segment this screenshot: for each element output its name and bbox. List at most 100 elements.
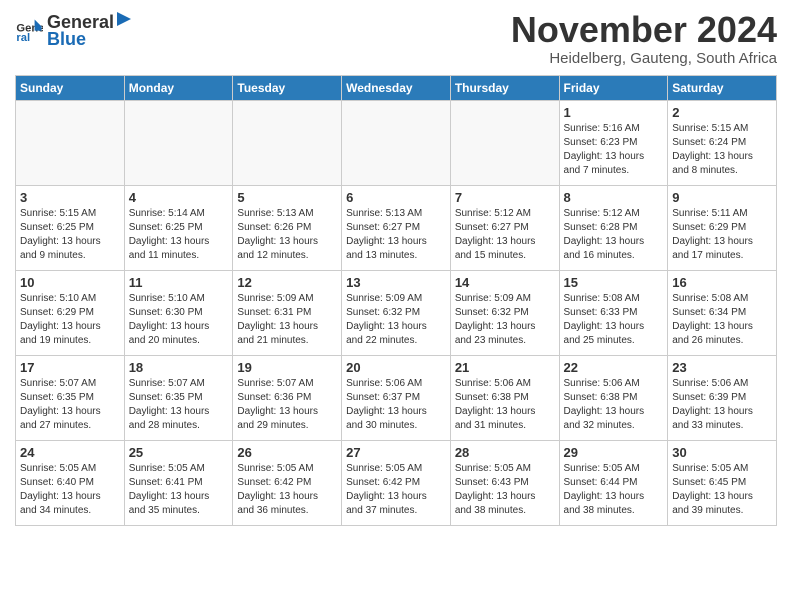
calendar-cell: 21 Sunrise: 5:06 AMSunset: 6:38 PMDayligh… <box>450 355 559 440</box>
day-number: 22 <box>564 360 664 375</box>
day-number: 24 <box>20 445 120 460</box>
calendar-cell: 18Sunrise: 5:07 AMSunset: 6:35 PMDayligh… <box>124 355 233 440</box>
logo-arrow-icon <box>115 10 133 28</box>
calendar-cell: 2 Sunrise: 5:15 AMSunset: 6:24 PMDaylight… <box>668 100 777 185</box>
day-info: Sunrise: 5:15 AMSunset: 6:24 PMDaylight:… <box>672 122 772 178</box>
calendar-cell: 4 Sunrise: 5:14 AMSunset: 6:25 PMDaylight… <box>124 185 233 270</box>
day-info: Sunrise: 5:05 AMSunset: 6:45 PMDaylight:… <box>672 462 772 518</box>
title-block: November 2024 Heidelberg, Gauteng, South… <box>511 10 777 67</box>
day-number: 13 <box>346 275 446 290</box>
day-info: Sunrise: 5:13 AMSunset: 6:26 PMDaylight:… <box>237 207 337 263</box>
day-info: Sunrise: 5:06 AMSunset: 6:37 PMDaylight:… <box>346 377 446 433</box>
calendar-cell: 15Sunrise: 5:08 AMSunset: 6:33 PMDayligh… <box>559 270 668 355</box>
day-info: Sunrise: 5:12 AMSunset: 6:28 PMDaylight:… <box>564 207 664 263</box>
calendar-week-row: 17 Sunrise: 5:07 AMSunset: 6:35 PMDayligh… <box>16 355 777 440</box>
day-info: Sunrise: 5:11 AMSunset: 6:29 PMDaylight:… <box>672 207 772 263</box>
day-info: Sunrise: 5:06 AMSunset: 6:39 PMDaylight:… <box>672 377 772 433</box>
calendar-cell: 29Sunrise: 5:05 AMSunset: 6:44 PMDayligh… <box>559 440 668 525</box>
logo: Gene ral General Blue <box>15 10 133 50</box>
day-number: 26 <box>237 445 337 460</box>
day-info: Sunrise: 5:07 AMSunset: 6:35 PMDaylight:… <box>129 377 229 433</box>
logo-icon: Gene ral <box>15 16 43 44</box>
day-info: Sunrise: 5:15 AMSunset: 6:25 PMDaylight:… <box>20 207 120 263</box>
calendar-week-row: 10Sunrise: 5:10 AMSunset: 6:29 PMDayligh… <box>16 270 777 355</box>
calendar-cell: 3 Sunrise: 5:15 AMSunset: 6:25 PMDaylight… <box>16 185 125 270</box>
calendar-cell: 28 Sunrise: 5:05 AMSunset: 6:43 PMDayligh… <box>450 440 559 525</box>
day-info: Sunrise: 5:09 AMSunset: 6:32 PMDaylight:… <box>346 292 446 348</box>
calendar-cell: 19 Sunrise: 5:07 AMSunset: 6:36 PMDayligh… <box>233 355 342 440</box>
weekday-header-monday: Monday <box>124 75 233 100</box>
calendar-week-row: 24Sunrise: 5:05 AMSunset: 6:40 PMDayligh… <box>16 440 777 525</box>
calendar-cell: 22 Sunrise: 5:06 AMSunset: 6:38 PMDayligh… <box>559 355 668 440</box>
day-number: 20 <box>346 360 446 375</box>
calendar-cell: 24Sunrise: 5:05 AMSunset: 6:40 PMDayligh… <box>16 440 125 525</box>
day-info: Sunrise: 5:08 AMSunset: 6:34 PMDaylight:… <box>672 292 772 348</box>
day-number: 17 <box>20 360 120 375</box>
calendar-cell: 6 Sunrise: 5:13 AMSunset: 6:27 PMDaylight… <box>342 185 451 270</box>
calendar-cell: 1 Sunrise: 5:16 AMSunset: 6:23 PMDaylight… <box>559 100 668 185</box>
calendar-cell: 30Sunrise: 5:05 AMSunset: 6:45 PMDayligh… <box>668 440 777 525</box>
day-number: 23 <box>672 360 772 375</box>
day-number: 15 <box>564 275 664 290</box>
calendar-cell: 10Sunrise: 5:10 AMSunset: 6:29 PMDayligh… <box>16 270 125 355</box>
calendar-header-row: SundayMondayTuesdayWednesdayThursdayFrid… <box>16 75 777 100</box>
calendar-cell <box>124 100 233 185</box>
day-info: Sunrise: 5:05 AMSunset: 6:41 PMDaylight:… <box>129 462 229 518</box>
day-info: Sunrise: 5:05 AMSunset: 6:42 PMDaylight:… <box>237 462 337 518</box>
calendar-week-row: 1 Sunrise: 5:16 AMSunset: 6:23 PMDaylight… <box>16 100 777 185</box>
calendar-cell: 7 Sunrise: 5:12 AMSunset: 6:27 PMDaylight… <box>450 185 559 270</box>
calendar-cell: 23 Sunrise: 5:06 AMSunset: 6:39 PMDayligh… <box>668 355 777 440</box>
day-info: Sunrise: 5:06 AMSunset: 6:38 PMDaylight:… <box>455 377 555 433</box>
weekday-header-saturday: Saturday <box>668 75 777 100</box>
day-number: 19 <box>237 360 337 375</box>
svg-text:ral: ral <box>16 32 30 44</box>
day-info: Sunrise: 5:14 AMSunset: 6:25 PMDaylight:… <box>129 207 229 263</box>
day-number: 6 <box>346 190 446 205</box>
day-number: 8 <box>564 190 664 205</box>
calendar-cell: 25 Sunrise: 5:05 AMSunset: 6:41 PMDayligh… <box>124 440 233 525</box>
day-number: 9 <box>672 190 772 205</box>
calendar-cell <box>16 100 125 185</box>
page-header: Gene ral General Blue November 2024 Heid… <box>15 10 777 67</box>
calendar-cell: 11 Sunrise: 5:10 AMSunset: 6:30 PMDayligh… <box>124 270 233 355</box>
day-info: Sunrise: 5:09 AMSunset: 6:31 PMDaylight:… <box>237 292 337 348</box>
weekday-header-sunday: Sunday <box>16 75 125 100</box>
day-number: 7 <box>455 190 555 205</box>
weekday-header-tuesday: Tuesday <box>233 75 342 100</box>
calendar-cell: 5Sunrise: 5:13 AMSunset: 6:26 PMDaylight… <box>233 185 342 270</box>
day-number: 28 <box>455 445 555 460</box>
day-info: Sunrise: 5:06 AMSunset: 6:38 PMDaylight:… <box>564 377 664 433</box>
day-info: Sunrise: 5:05 AMSunset: 6:43 PMDaylight:… <box>455 462 555 518</box>
day-info: Sunrise: 5:10 AMSunset: 6:29 PMDaylight:… <box>20 292 120 348</box>
calendar-cell <box>233 100 342 185</box>
location: Heidelberg, Gauteng, South Africa <box>511 50 777 67</box>
day-number: 16 <box>672 275 772 290</box>
day-number: 25 <box>129 445 229 460</box>
calendar-cell: 27Sunrise: 5:05 AMSunset: 6:42 PMDayligh… <box>342 440 451 525</box>
day-number: 2 <box>672 105 772 120</box>
day-number: 29 <box>564 445 664 460</box>
day-info: Sunrise: 5:10 AMSunset: 6:30 PMDaylight:… <box>129 292 229 348</box>
day-info: Sunrise: 5:07 AMSunset: 6:36 PMDaylight:… <box>237 377 337 433</box>
day-number: 12 <box>237 275 337 290</box>
weekday-header-wednesday: Wednesday <box>342 75 451 100</box>
calendar-cell: 20 Sunrise: 5:06 AMSunset: 6:37 PMDayligh… <box>342 355 451 440</box>
calendar-cell: 13 Sunrise: 5:09 AMSunset: 6:32 PMDayligh… <box>342 270 451 355</box>
day-info: Sunrise: 5:13 AMSunset: 6:27 PMDaylight:… <box>346 207 446 263</box>
calendar-week-row: 3 Sunrise: 5:15 AMSunset: 6:25 PMDaylight… <box>16 185 777 270</box>
day-info: Sunrise: 5:07 AMSunset: 6:35 PMDaylight:… <box>20 377 120 433</box>
day-number: 21 <box>455 360 555 375</box>
day-number: 4 <box>129 190 229 205</box>
calendar-table: SundayMondayTuesdayWednesdayThursdayFrid… <box>15 75 777 526</box>
day-info: Sunrise: 5:12 AMSunset: 6:27 PMDaylight:… <box>455 207 555 263</box>
calendar-cell: 16 Sunrise: 5:08 AMSunset: 6:34 PMDayligh… <box>668 270 777 355</box>
calendar-cell: 26 Sunrise: 5:05 AMSunset: 6:42 PMDayligh… <box>233 440 342 525</box>
calendar-cell: 8 Sunrise: 5:12 AMSunset: 6:28 PMDaylight… <box>559 185 668 270</box>
weekday-header-friday: Friday <box>559 75 668 100</box>
day-number: 14 <box>455 275 555 290</box>
day-number: 1 <box>564 105 664 120</box>
day-number: 27 <box>346 445 446 460</box>
day-number: 3 <box>20 190 120 205</box>
day-info: Sunrise: 5:16 AMSunset: 6:23 PMDaylight:… <box>564 122 664 178</box>
day-number: 11 <box>129 275 229 290</box>
